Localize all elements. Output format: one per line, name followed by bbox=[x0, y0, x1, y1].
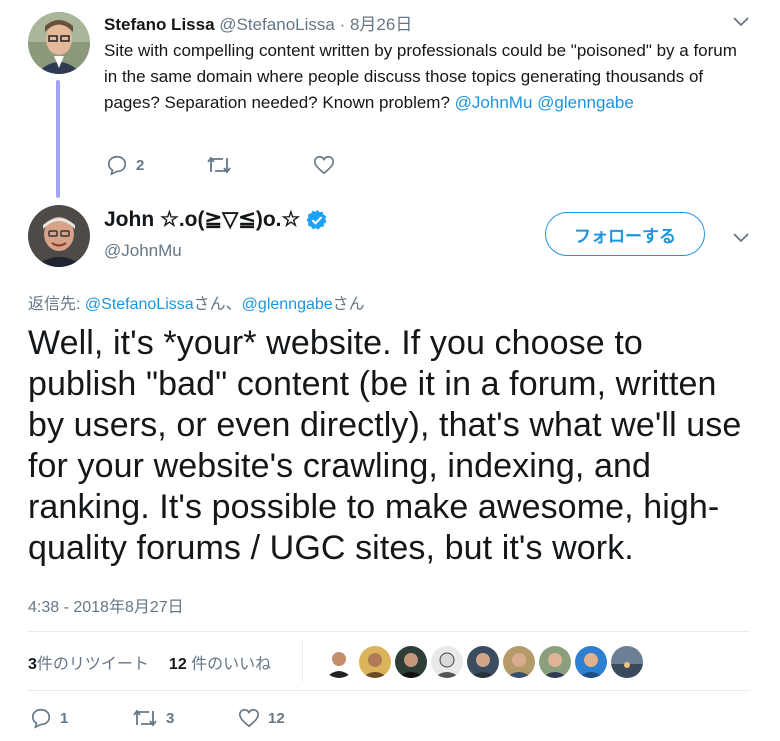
thread-connector-line bbox=[56, 80, 60, 198]
retweet-button[interactable]: 3 bbox=[132, 707, 174, 729]
reply-icon bbox=[107, 155, 127, 176]
parent-reply-count: 2 bbox=[136, 156, 145, 174]
reply-count: 1 bbox=[60, 709, 69, 727]
mention-johnmu[interactable]: @JohnMu bbox=[455, 93, 533, 112]
like-count: 12 bbox=[268, 709, 285, 727]
liker-avatar[interactable] bbox=[359, 646, 391, 678]
parent-tweet-body: Site with compelling content written by … bbox=[104, 41, 737, 112]
like-icon bbox=[239, 708, 259, 728]
engagement-stats: 3件のリツイート 12 件のいいね bbox=[28, 650, 271, 674]
retweets-label: 件のリツイート bbox=[36, 656, 149, 673]
stats-separator bbox=[302, 640, 303, 682]
like-stats-link[interactable]: 12 件のいいね bbox=[169, 650, 271, 674]
parent-reply-button[interactable]: 2 bbox=[106, 154, 144, 176]
likes-number: 12 bbox=[168, 656, 187, 673]
liker-avatar[interactable] bbox=[611, 646, 643, 678]
retweet-icon bbox=[133, 709, 157, 727]
divider-top bbox=[28, 631, 750, 632]
reply-icon bbox=[31, 708, 51, 729]
liker-avatar[interactable] bbox=[431, 646, 463, 678]
divider-bottom bbox=[28, 690, 750, 691]
parent-author-name[interactable]: Stefano Lissa bbox=[104, 15, 215, 34]
retweets-number: 3 bbox=[28, 656, 37, 673]
main-author-handle[interactable]: @JohnMu bbox=[104, 241, 182, 261]
like-icon bbox=[314, 155, 334, 175]
likes-label: 件のいいね bbox=[186, 656, 272, 673]
parent-tweet-header: Stefano Lissa @StefanoLissa · 8月26日 bbox=[104, 10, 412, 35]
chevron-down-icon bbox=[733, 17, 749, 27]
main-tweet-menu-button[interactable] bbox=[733, 230, 749, 246]
liker-avatar[interactable] bbox=[395, 646, 427, 678]
parent-retweet-button[interactable] bbox=[206, 154, 240, 176]
reply-to-separator: さん、 bbox=[193, 296, 242, 313]
main-tweet-text: Well, it's *your* website. If you choose… bbox=[28, 324, 742, 567]
retweet-icon bbox=[207, 156, 231, 174]
mention-glenngabe[interactable]: @glenngabe bbox=[537, 93, 634, 112]
reply-to-prefix: 返信先: bbox=[28, 296, 85, 313]
liker-avatar[interactable] bbox=[539, 646, 571, 678]
chevron-down-icon bbox=[733, 233, 749, 243]
likers-avatars bbox=[323, 646, 643, 678]
parent-tweet-menu-button[interactable] bbox=[733, 14, 749, 30]
liker-avatar[interactable] bbox=[467, 646, 499, 678]
main-avatar[interactable] bbox=[28, 205, 90, 267]
reply-to-suffix: さん bbox=[332, 296, 365, 313]
reply-button[interactable]: 1 bbox=[30, 707, 68, 729]
parent-tweet-text: Site with compelling content written by … bbox=[104, 38, 744, 116]
parent-tweet-date[interactable]: 8月26日 bbox=[350, 15, 412, 34]
reply-to-stefanolissa[interactable]: @StefanoLissa bbox=[85, 296, 194, 313]
verified-badge-icon bbox=[306, 209, 327, 229]
reply-to-line: 返信先: @StefanoLissaさん、@glenngabeさん bbox=[28, 290, 365, 314]
main-author-name[interactable]: John ☆.o(≧▽≦)o.☆ bbox=[104, 207, 300, 232]
retweet-count: 3 bbox=[166, 709, 175, 727]
parent-like-button[interactable] bbox=[313, 154, 343, 176]
reply-to-glenngabe[interactable]: @glenngabe bbox=[242, 296, 333, 313]
main-author-name-row[interactable]: John ☆.o(≧▽≦)o.☆ bbox=[104, 207, 328, 232]
liker-avatar[interactable] bbox=[323, 646, 355, 678]
liker-avatar[interactable] bbox=[503, 646, 535, 678]
header-separator: · bbox=[339, 15, 346, 34]
like-button[interactable]: 12 bbox=[238, 707, 285, 729]
follow-button[interactable]: フォローする bbox=[545, 212, 705, 256]
parent-avatar[interactable] bbox=[28, 12, 90, 74]
retweet-stats-link[interactable]: 3件のリツイート bbox=[28, 650, 149, 674]
parent-author-handle[interactable]: @StefanoLissa bbox=[219, 15, 335, 34]
main-tweet-timestamp[interactable]: 4:38 - 2018年8月27日 bbox=[28, 593, 184, 617]
liker-avatar[interactable] bbox=[575, 646, 607, 678]
